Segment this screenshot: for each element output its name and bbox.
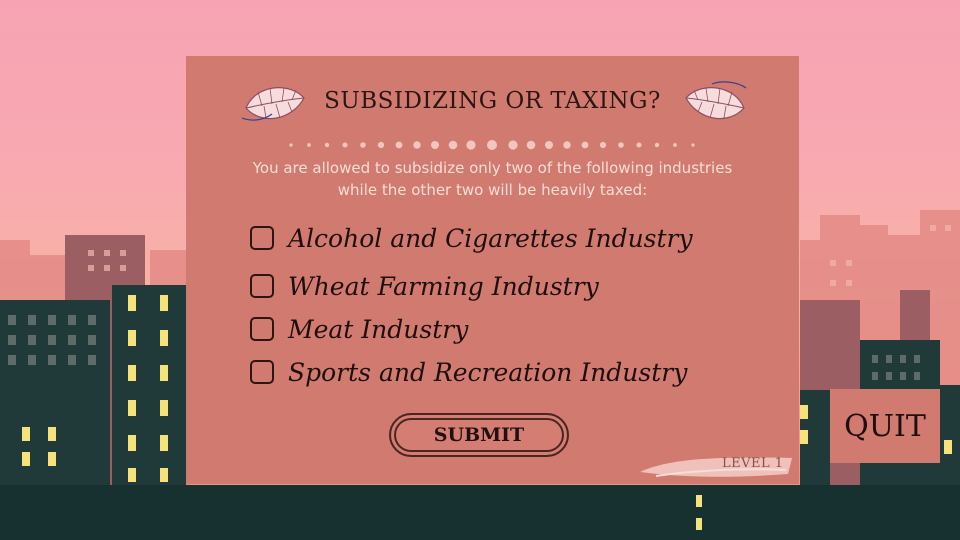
- option-alcohol-cigarettes[interactable]: Alcohol and Cigarettes Industry: [250, 223, 693, 253]
- checkbox[interactable]: [250, 274, 274, 298]
- option-wheat-farming[interactable]: Wheat Farming Industry: [250, 271, 599, 301]
- dotted-divider: [289, 140, 695, 150]
- option-meat[interactable]: Meat Industry: [250, 314, 468, 344]
- instructions-text: You are allowed to subsidize only two of…: [252, 159, 733, 199]
- option-label: Wheat Farming Industry: [288, 271, 599, 301]
- checkbox[interactable]: [250, 226, 274, 250]
- option-sports-recreation[interactable]: Sports and Recreation Industry: [250, 357, 687, 387]
- option-label: Alcohol and Cigarettes Industry: [288, 223, 693, 253]
- option-label: Meat Industry: [288, 314, 469, 344]
- submit-button[interactable]: SUBMIT: [389, 413, 569, 457]
- question-dialog: SUBSIDIZING OR TAXING? You are allowed t…: [186, 56, 799, 484]
- level-indicator: LEVEL 1: [722, 456, 784, 471]
- leaf-icon: [685, 81, 747, 120]
- option-label: Sports and Recreation Industry: [288, 357, 688, 387]
- checkbox[interactable]: [250, 360, 274, 384]
- quit-button[interactable]: QUIT: [830, 389, 940, 463]
- checkbox[interactable]: [250, 317, 274, 341]
